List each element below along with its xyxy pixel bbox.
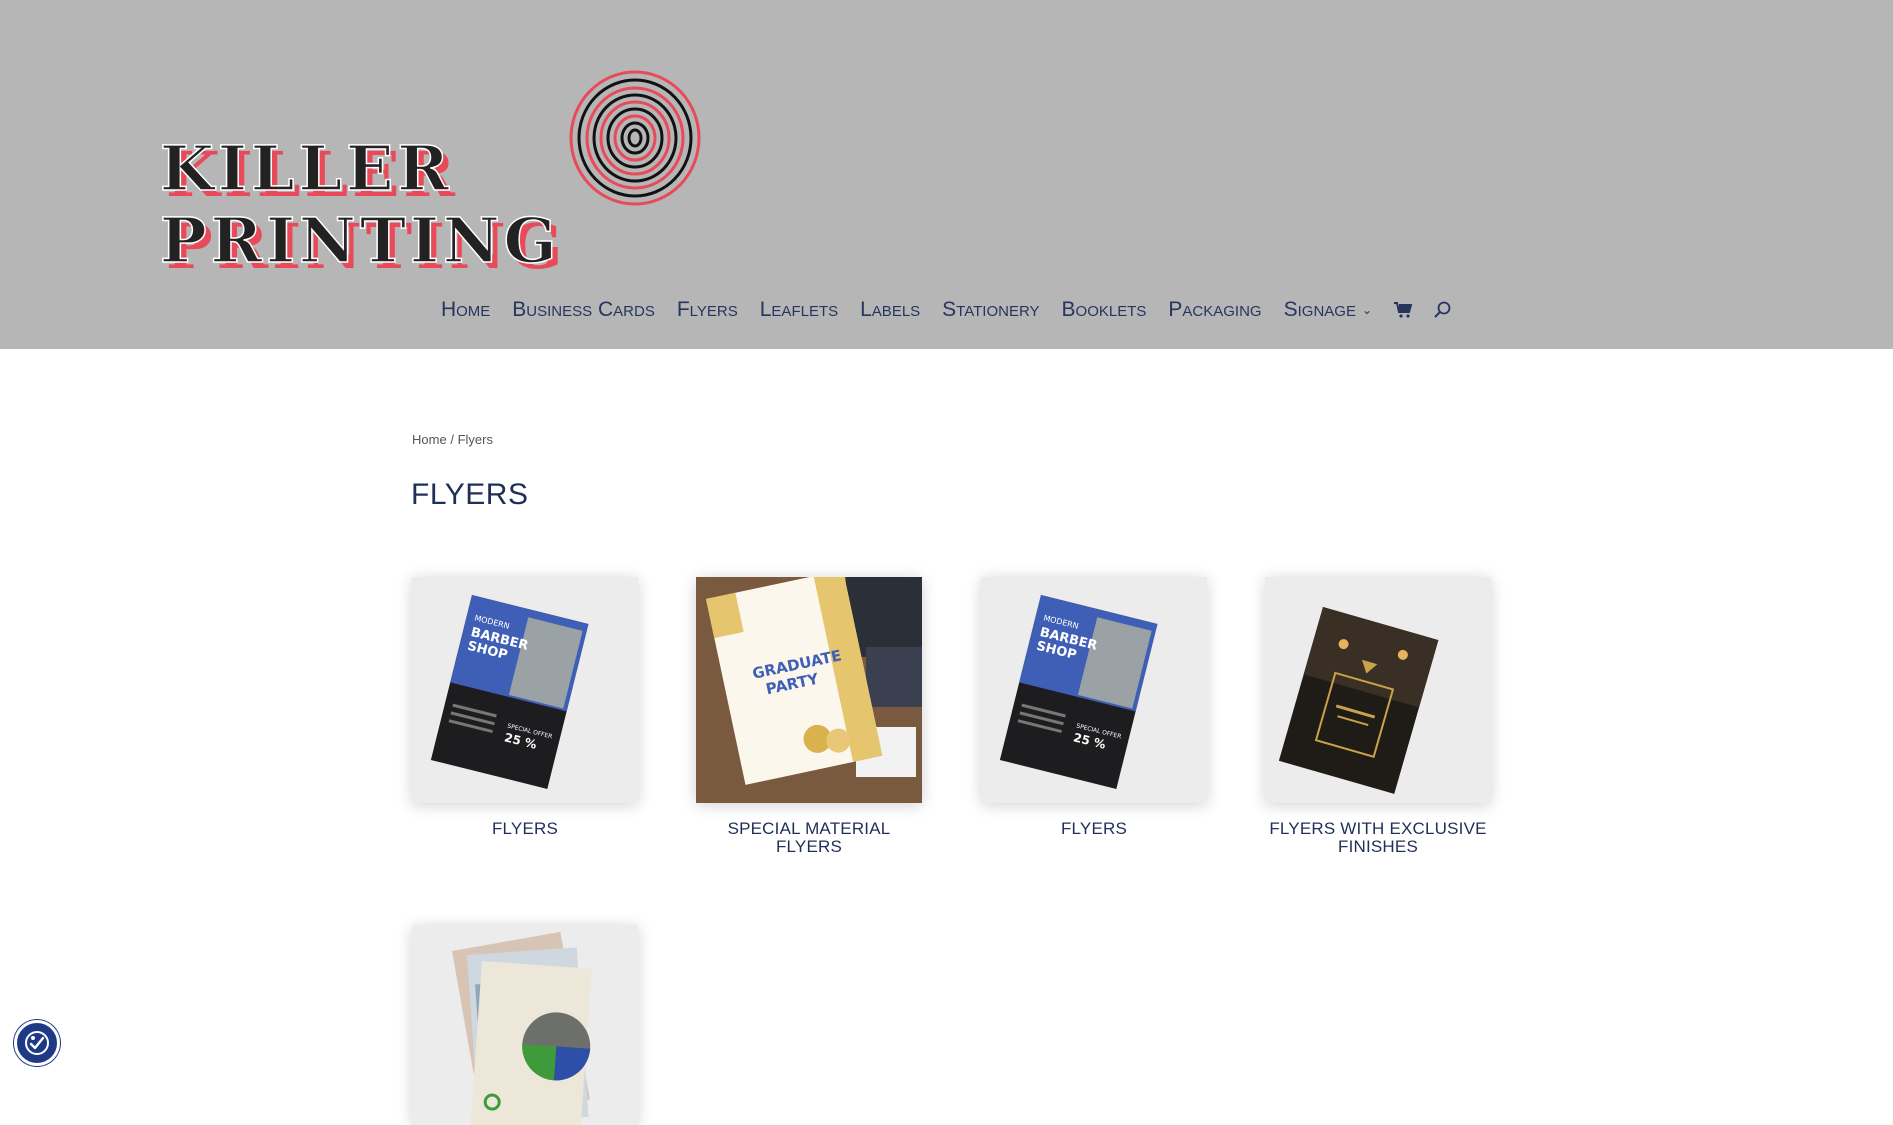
svg-text:PRINTING: PRINTING (160, 204, 561, 276)
accessibility-button[interactable] (14, 1020, 60, 1066)
nav-labels[interactable]: Labels (849, 298, 931, 322)
nav-leaflets[interactable]: Leaflets (749, 298, 849, 322)
product-card-flyers-2[interactable]: MODERN BARBER SHOP SPECIAL OFFER 25 % FL… (981, 577, 1207, 838)
product-card-flyers[interactable]: MODERN BARBER SHOP SPECIAL OFFER 25 % FL… (412, 577, 638, 838)
product-card-flyers-exclusive-finishes[interactable]: FLYERS WITH EXCLUSIVE FINISHES (1265, 577, 1491, 856)
search-icon[interactable] (1423, 301, 1463, 319)
product-card-special-material-flyers[interactable]: GRADUATE PARTY SPECIAL MATERIAL FLYERS (696, 577, 922, 856)
page-title: FLYERS (411, 478, 529, 511)
chevron-down-icon: ⌄ (1361, 303, 1373, 317)
product-title[interactable]: SPECIAL MATERIAL FLYERS (696, 820, 922, 856)
product-title[interactable]: FLYERS (981, 820, 1207, 838)
product-card-green-flyers[interactable] (412, 925, 638, 1125)
fingerprint-icon (569, 70, 701, 206)
product-image-graduate-flyer[interactable]: GRADUATE PARTY (696, 577, 922, 803)
product-title[interactable]: FLYERS WITH EXCLUSIVE FINISHES (1265, 820, 1491, 856)
product-image-barber-flyer[interactable]: MODERN BARBER SHOP SPECIAL OFFER 25 % (412, 577, 638, 803)
main-nav: Home Business Cards Flyers Leaflets Labe… (0, 290, 1893, 330)
svg-text:KILLER: KILLER (160, 132, 453, 205)
breadcrumb-current: Flyers (457, 432, 493, 447)
breadcrumb-separator: / (450, 432, 454, 447)
nav-flyers[interactable]: Flyers (666, 298, 749, 322)
nav-booklets[interactable]: Booklets (1051, 298, 1158, 322)
nav-stationery[interactable]: Stationery (931, 298, 1050, 322)
product-image-black-gold-flyer[interactable] (1265, 577, 1491, 803)
killer-printing-logo[interactable]: KILLER KILLER PRINTING PRINTING (160, 36, 730, 276)
nav-home[interactable]: Home (430, 298, 501, 322)
product-image-green-flyers-stack[interactable] (412, 925, 638, 1125)
cart-icon[interactable] (1383, 302, 1423, 318)
breadcrumb: Home / Flyers (412, 432, 493, 447)
accessibility-icon (25, 1031, 49, 1055)
breadcrumb-home[interactable]: Home (412, 432, 447, 447)
site-header: KILLER KILLER PRINTING PRINTING Home Bus… (0, 0, 1893, 349)
nav-business-cards[interactable]: Business Cards (501, 298, 666, 322)
product-title[interactable]: FLYERS (412, 820, 638, 838)
nav-signage[interactable]: Signage ⌄ (1273, 298, 1383, 322)
product-image-barber-flyer[interactable]: MODERN BARBER SHOP SPECIAL OFFER 25 % (981, 577, 1207, 803)
nav-packaging[interactable]: Packaging (1157, 298, 1272, 322)
